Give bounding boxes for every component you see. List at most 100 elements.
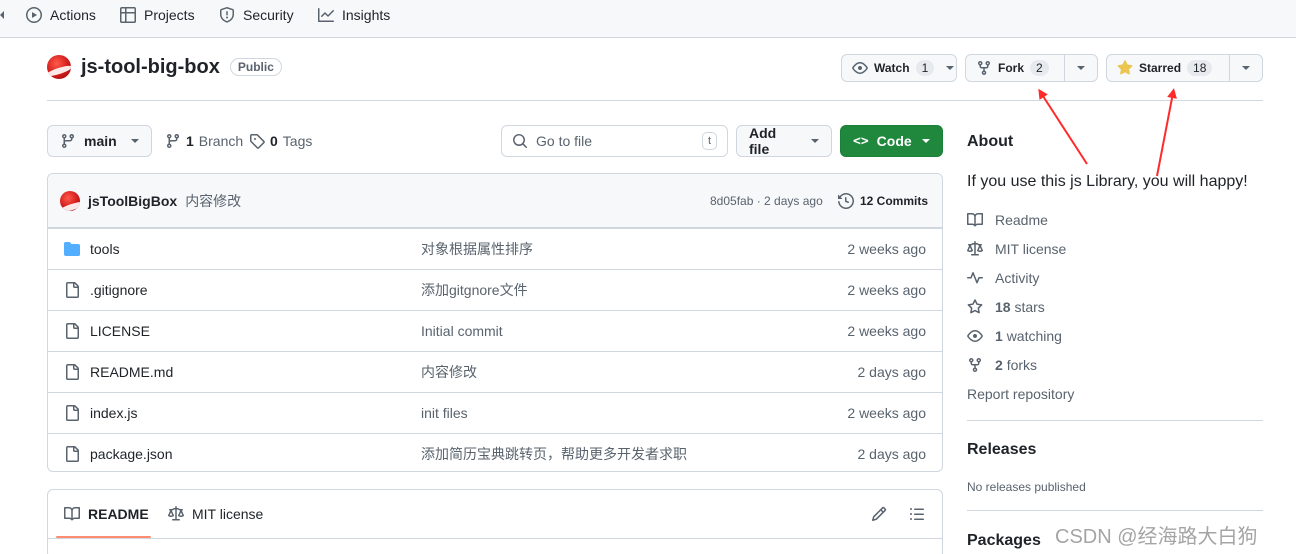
star-fill-icon: [1117, 60, 1133, 75]
file-name[interactable]: package.json: [90, 446, 173, 462]
branch-icon: [61, 134, 74, 149]
readme-tabs: README MIT license: [48, 490, 942, 539]
code-icon: <>: [853, 133, 869, 149]
file-commit-message[interactable]: init files: [421, 405, 468, 421]
fork-label: Fork: [998, 61, 1025, 75]
branches-link[interactable]: 1 Branch: [165, 133, 243, 149]
chevron-down-icon[interactable]: [946, 66, 955, 70]
stars-label: stars: [1014, 299, 1045, 315]
commit-author[interactable]: jsToolBigBox: [88, 193, 177, 209]
tag-label: Tags: [282, 133, 313, 149]
file-name[interactable]: .gitignore: [90, 282, 148, 298]
book-icon: [967, 212, 983, 227]
file-icon: [66, 405, 79, 421]
watermark: CSDN @经海路大白狗: [1055, 526, 1258, 548]
file-date: 2 days ago: [857, 364, 927, 380]
add-file-label: Add file: [749, 125, 777, 157]
star-label: Starred: [1139, 61, 1182, 75]
packages-title[interactable]: Packages: [967, 532, 1041, 550]
file-commit-message[interactable]: 对象根据属性排序: [421, 239, 533, 259]
watching-link[interactable]: 1 watching: [967, 328, 1062, 344]
repo-name[interactable]: js-tool-big-box: [81, 56, 220, 79]
file-date: 2 weeks ago: [847, 282, 926, 298]
tab-security[interactable]: Security: [219, 0, 294, 30]
tab-license-label: MIT license: [192, 506, 264, 522]
chevron-down-icon: [130, 139, 139, 143]
star-button[interactable]: Starred 18: [1106, 54, 1263, 82]
file-commit-message[interactable]: Initial commit: [421, 323, 503, 339]
tab-readme-label: README: [88, 506, 149, 522]
table-row[interactable]: package.json 添加简历宝典跳转页，帮助更多开发者求职 2 days …: [48, 433, 942, 471]
branch-name: main: [84, 133, 117, 149]
edit-readme-button[interactable]: [871, 506, 887, 522]
chevron-down-icon: [1077, 66, 1086, 70]
shortcut-key: t: [701, 132, 717, 150]
star-count: 18: [1187, 60, 1213, 76]
law-icon: [967, 241, 983, 256]
tab-label: Actions: [50, 7, 96, 23]
tab-insights[interactable]: Insights: [318, 0, 390, 30]
file-name[interactable]: index.js: [90, 405, 137, 421]
about-title: About: [967, 133, 1014, 150]
file-commit-message[interactable]: 添加简历宝典跳转页，帮助更多开发者求职: [421, 444, 687, 464]
file-name[interactable]: tools: [90, 241, 120, 257]
branch-select[interactable]: main: [47, 125, 152, 157]
star-icon: [967, 299, 983, 314]
table-row[interactable]: index.js init files 2 weeks ago: [48, 392, 942, 433]
tab-actions[interactable]: Actions: [26, 0, 96, 30]
releases-empty: No releases published: [967, 480, 1086, 494]
file-date: 2 weeks ago: [847, 405, 926, 421]
file-name[interactable]: LICENSE: [90, 323, 150, 339]
tab-readme[interactable]: README: [64, 506, 149, 522]
stars-link[interactable]: 18 stars: [967, 299, 1045, 315]
add-file-button[interactable]: Add file: [736, 125, 832, 157]
table-row[interactable]: LICENSE Initial commit 2 weeks ago: [48, 310, 942, 351]
commit-meta[interactable]: 8d05fab · 2 days ago: [710, 194, 823, 208]
forks-label: forks: [1006, 357, 1038, 373]
file-date: 2 days ago: [857, 446, 927, 462]
report-repository-link[interactable]: Report repository: [967, 386, 1074, 402]
star-dropdown[interactable]: [1230, 55, 1262, 81]
watch-button[interactable]: Watch 1: [841, 54, 957, 82]
fork-button[interactable]: Fork 2: [965, 54, 1098, 82]
releases-title[interactable]: Releases: [967, 441, 1036, 459]
forks-link[interactable]: 2 forks: [967, 357, 1037, 373]
sidebar-divider: [967, 420, 1263, 421]
outline-button[interactable]: [909, 506, 925, 522]
table-row[interactable]: tools 对象根据属性排序 2 weeks ago: [48, 228, 942, 269]
code-button[interactable]: <> Code: [840, 125, 943, 157]
graph-icon: [318, 8, 334, 22]
commit-avatar[interactable]: [60, 190, 80, 211]
activity-link[interactable]: Activity: [967, 270, 1039, 286]
search-icon: [513, 134, 528, 149]
tab-projects[interactable]: Projects: [120, 0, 195, 30]
go-to-file-input[interactable]: Go to file t: [501, 125, 728, 157]
tab-label: Security: [243, 7, 294, 23]
tag-icon: [250, 134, 265, 149]
tags-link[interactable]: 0 Tags: [249, 133, 312, 149]
file-commit-message[interactable]: 内容修改: [421, 362, 477, 382]
activity-link-label: Activity: [995, 270, 1040, 286]
fork-icon: [969, 358, 981, 373]
commit-message[interactable]: 内容修改: [185, 191, 241, 211]
file-commit-message[interactable]: 添加gitgnore文件: [421, 280, 528, 300]
tab-license[interactable]: MIT license: [168, 506, 263, 522]
code-label: Code: [876, 133, 912, 149]
owner-avatar[interactable]: [47, 55, 71, 79]
readme-link[interactable]: Readme: [967, 212, 1048, 228]
fork-dropdown[interactable]: [1065, 55, 1097, 81]
table-row[interactable]: .gitignore 添加gitgnore文件 2 weeks ago: [48, 269, 942, 310]
tab-label: Insights: [342, 7, 391, 23]
file-name[interactable]: README.md: [90, 364, 173, 380]
commits-link[interactable]: 12 Commits: [838, 192, 928, 209]
arrow-to-fork: [1038, 88, 1088, 165]
sidebar-divider: [967, 510, 1263, 511]
go-to-file-placeholder: Go to file: [536, 133, 593, 149]
eye-icon: [852, 62, 868, 74]
file-icon: [66, 323, 79, 339]
license-link[interactable]: MIT license: [967, 241, 1066, 257]
report-label: Report repository: [967, 386, 1075, 402]
play-icon: [26, 7, 42, 23]
table-row[interactable]: README.md 内容修改 2 days ago: [48, 351, 942, 392]
visibility-badge: Public: [229, 58, 282, 76]
